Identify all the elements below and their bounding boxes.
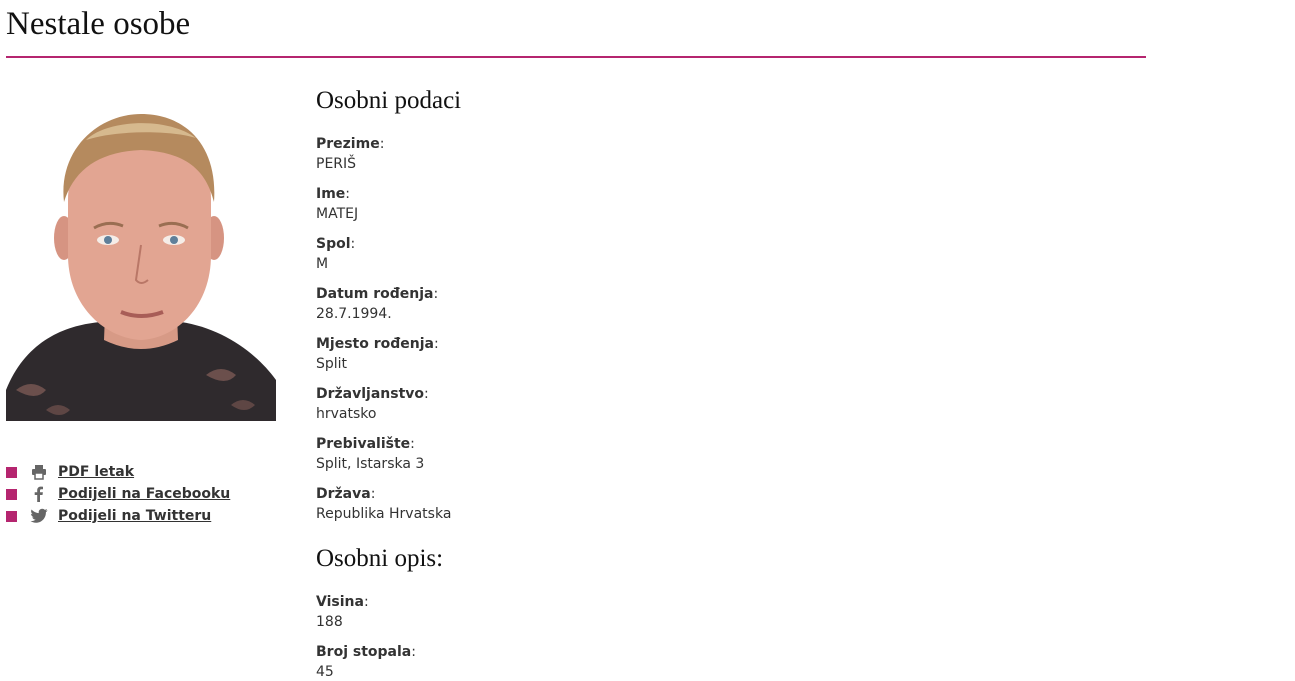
field-label: Prebivalište [316,436,411,452]
share-item-twitter: Podijeli na Twitteru [6,505,230,527]
field-surname: Prezime: PERIŠ [316,134,916,184]
field-label: Spol [316,236,351,252]
field-country: Država: Republika Hrvatska [316,484,916,534]
field-residence: Prebivalište: Split, Istarska 3 [316,434,916,484]
field-value: M [316,256,329,272]
field-label: Prezime [316,136,380,152]
field-value: Republika Hrvatska [316,506,452,522]
field-first-name: Ime: MATEJ [316,184,916,234]
field-value: 28.7.1994. [316,306,392,322]
share-list: PDF letak Podijeli na Facebooku Podijeli… [6,461,230,527]
person-photo [6,90,276,421]
personal-data-section: Osobni podaci Prezime: PERIŠ Ime: MATEJ … [316,84,916,534]
field-value: MATEJ [316,206,359,222]
pdf-leaflet-link[interactable]: PDF letak [58,464,134,480]
share-twitter-link[interactable]: Podijeli na Twitteru [58,508,211,524]
field-value: Split, Istarska 3 [316,456,425,472]
field-value: Split [316,356,348,372]
bullet-square [6,488,17,500]
printer-icon[interactable] [30,463,48,481]
field-label: Visina [316,594,364,610]
field-value: PERIŠ [316,156,357,172]
personal-data-heading: Osobni podaci [316,87,462,114]
field-citizenship: Državljanstvo: hrvatsko [316,384,916,434]
field-label: Ime [316,186,346,202]
field-value: 188 [316,614,343,630]
field-shoe-size: Broj stopala: 45 [316,642,916,681]
twitter-icon[interactable] [30,507,48,525]
title-divider [6,56,1146,58]
facebook-icon[interactable] [30,485,48,503]
bullet-square [6,510,17,522]
share-item-pdf: PDF letak [6,461,230,483]
field-birth-place: Mjesto rođenja: Split [316,334,916,384]
share-item-facebook: Podijeli na Facebooku [6,483,230,505]
field-label: Datum rođenja [316,286,434,302]
personal-description-heading: Osobni opis: [316,545,444,572]
field-label: Državljanstvo [316,386,425,402]
field-value: 45 [316,664,334,680]
field-birth-date: Datum rođenja: 28.7.1994. [316,284,916,334]
field-sex: Spol: M [316,234,916,284]
field-label: Država [316,486,371,502]
field-value: hrvatsko [316,406,377,422]
share-facebook-link[interactable]: Podijeli na Facebooku [58,486,230,502]
field-label: Broj stopala [316,644,412,660]
field-height: Visina: 188 [316,592,916,642]
personal-description-section: Osobni opis: Visina: 188 Broj stopala: 4… [316,542,916,681]
field-label: Mjesto rođenja [316,336,434,352]
page-title: Nestale osobe [6,6,191,42]
bullet-square [6,466,17,478]
